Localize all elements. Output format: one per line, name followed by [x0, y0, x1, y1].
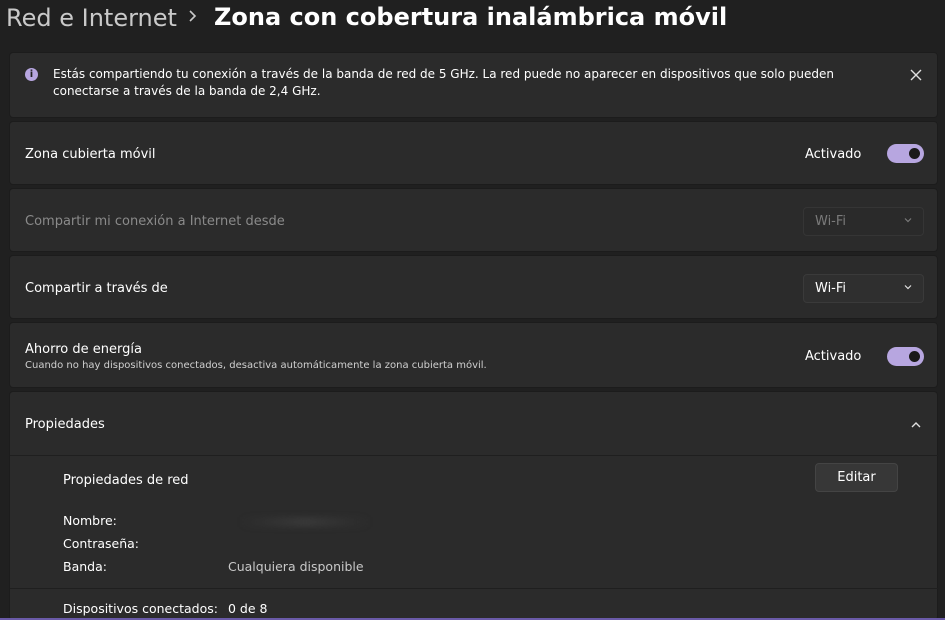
band-value: Cualquiera disponible	[228, 559, 364, 574]
chevron-down-icon	[904, 285, 912, 290]
hotspot-label: Zona cubierta móvil	[25, 147, 156, 162]
power-saving-row: Ahorro de energía Cuando no hay disposit…	[9, 322, 938, 388]
share-via-value: Wi-Fi	[815, 281, 847, 296]
properties-section: Propiedades Propiedades de red Editar No…	[9, 391, 939, 620]
toggle-knob	[909, 148, 920, 159]
chevron-right-icon	[188, 8, 198, 27]
hotspot-row: Zona cubierta móvil Activado	[9, 121, 938, 185]
breadcrumb-parent[interactable]: Red e Internet	[6, 4, 177, 32]
share-from-dropdown[interactable]: Wi-Fi	[803, 207, 924, 236]
toggle-knob	[909, 351, 920, 362]
devices-value: 0 de 8	[228, 601, 268, 616]
hotspot-state-text: Activado	[805, 147, 862, 162]
info-banner: i Estás compartiendo tu conexión a travé…	[9, 52, 938, 118]
name-label: Nombre:	[63, 513, 117, 528]
power-saving-description: Cuando no hay dispositivos conectados, d…	[25, 360, 487, 371]
close-icon[interactable]	[909, 67, 923, 81]
share-from-row: Compartir mi conexión a Internet desde W…	[9, 188, 938, 252]
banner-text: Estás compartiendo tu conexión a través …	[53, 67, 834, 98]
hotspot-toggle[interactable]	[887, 144, 924, 163]
divider	[10, 588, 939, 589]
share-via-label: Compartir a través de	[25, 281, 168, 296]
properties-header[interactable]: Propiedades	[25, 417, 105, 432]
band-label: Banda:	[63, 559, 107, 574]
share-from-value: Wi-Fi	[815, 214, 847, 229]
chevron-up-icon[interactable]	[909, 417, 923, 431]
network-properties-title: Propiedades de red	[63, 473, 189, 488]
page-title: Zona con cobertura inalámbrica móvil	[214, 3, 728, 31]
info-icon: i	[25, 68, 38, 81]
redacted-name	[240, 517, 370, 527]
devices-label: Dispositivos conectados:	[63, 601, 218, 616]
share-from-label: Compartir mi conexión a Internet desde	[25, 214, 285, 229]
power-saving-toggle[interactable]	[887, 347, 924, 366]
share-via-row: Compartir a través de Wi-Fi	[9, 255, 938, 319]
edit-button[interactable]: Editar	[815, 463, 898, 492]
power-saving-state-text: Activado	[805, 349, 862, 364]
chevron-down-icon	[904, 218, 912, 223]
power-saving-label: Ahorro de energía	[25, 342, 142, 357]
page-header: Red e Internet Zona con cobertura inalám…	[0, 0, 945, 40]
password-label: Contraseña:	[63, 536, 139, 551]
share-via-dropdown[interactable]: Wi-Fi	[803, 274, 924, 303]
divider	[10, 455, 939, 456]
